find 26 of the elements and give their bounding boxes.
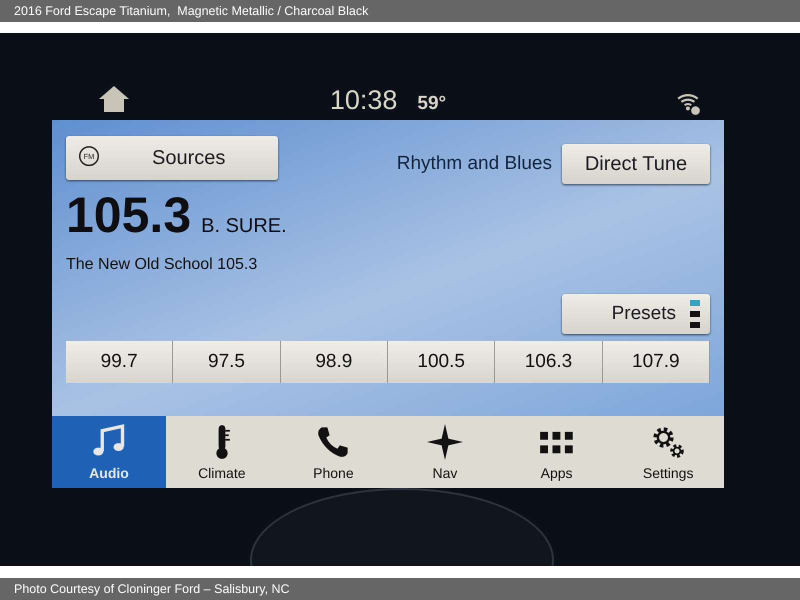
preset-button[interactable]: 100.5 xyxy=(388,341,496,383)
home-icon[interactable] xyxy=(98,85,130,113)
preset-button[interactable]: 98.9 xyxy=(280,341,388,383)
genre-label: Rhythm and Blues xyxy=(396,153,552,175)
outside-temperature: 59° xyxy=(417,93,446,115)
nav-tab[interactable]: Climate xyxy=(166,416,278,488)
direct-tune-button[interactable]: Direct Tune xyxy=(562,144,710,184)
program-text: The New Old School 105.3 xyxy=(66,256,258,274)
sources-button[interactable]: FM Sources xyxy=(66,136,278,180)
nav-tab[interactable]: Apps xyxy=(500,416,612,488)
preset-button[interactable]: 106.3 xyxy=(495,341,603,383)
nav-tab[interactable]: Settings xyxy=(612,416,724,488)
nav-tab[interactable]: Audio xyxy=(52,416,166,488)
preset-button[interactable]: 107.9 xyxy=(602,341,710,383)
photo-caption: 2016 Ford Escape Titanium, Magnetic Metallic / Charcoal Black xyxy=(14,4,368,18)
page-indicator-icon xyxy=(690,300,700,328)
compass-star-icon xyxy=(426,424,463,460)
station-name: B. SURE. xyxy=(201,215,287,238)
photo-credit: Photo Courtesy of Cloninger Ford – Salisbury, NC xyxy=(14,582,290,596)
preset-button[interactable]: 99.7 xyxy=(66,341,174,383)
frequency-readout: 105.3 xyxy=(66,186,192,244)
presets-button[interactable]: Presets xyxy=(562,294,710,334)
clock-time: 10:38 xyxy=(330,85,398,116)
nav-tab[interactable]: Phone xyxy=(278,416,390,488)
preset-button[interactable]: 97.5 xyxy=(173,341,281,383)
nav-tab[interactable]: Nav xyxy=(389,416,501,488)
